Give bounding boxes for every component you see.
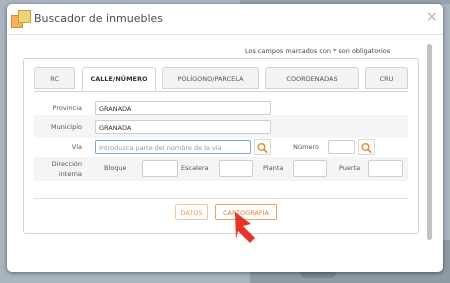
required-fields-note: Los campos marcados con * son obligatori… [245, 47, 391, 55]
logo-icon [11, 10, 31, 28]
arrow-pointer-icon [235, 212, 255, 243]
datos-button[interactable]: DATOS [175, 204, 208, 220]
planta-input[interactable] [293, 160, 327, 177]
provincia-label: Provincia [52, 104, 82, 112]
via-search-button[interactable] [254, 139, 271, 155]
search-panel: RC CALLE/NÚMERO POLÍGONO/PARCELA COORDEN… [23, 58, 419, 234]
numero-label: Número [293, 143, 319, 151]
scrollbar-thumb[interactable] [427, 44, 432, 240]
municipio-label: Municipio [51, 123, 82, 131]
address-form: Provincia GRANADA Municipio GRANADA Vía … [34, 96, 408, 191]
search-icon [361, 143, 372, 154]
direccion-label-line2: interna [58, 170, 82, 178]
tab-cru[interactable]: CRU [365, 67, 408, 89]
bloque-input[interactable] [142, 160, 178, 177]
planta-label: Planta [263, 164, 284, 172]
puerta-input[interactable] [368, 160, 403, 177]
divider [34, 198, 408, 199]
dialog-header: Buscador de inmuebles × [7, 4, 443, 35]
tab-rc[interactable]: RC [34, 67, 75, 89]
escalera-input[interactable] [219, 160, 253, 177]
numero-search-button[interactable] [358, 139, 375, 155]
numero-input[interactable] [328, 140, 355, 154]
dialog-title: Buscador de inmuebles [34, 12, 164, 25]
tab-poligono-parcela[interactable]: POLÍGONO/PARCELA [162, 67, 259, 89]
provincia-field[interactable]: GRANADA [95, 101, 271, 115]
escalera-label: Escalera [181, 164, 209, 172]
tab-coordenadas[interactable]: COORDENADAS [265, 67, 359, 89]
search-icon [257, 143, 268, 154]
bloque-label: Bloque [104, 164, 127, 172]
tab-bar: RC CALLE/NÚMERO POLÍGONO/PARCELA COORDEN… [34, 67, 408, 92]
close-icon[interactable]: × [426, 9, 438, 25]
municipio-field[interactable]: GRANADA [95, 120, 271, 134]
via-input[interactable]: Introduzca parte del nombre de la vía [95, 140, 251, 154]
puerta-label: Puerta [339, 164, 361, 172]
tab-calle-numero[interactable]: CALLE/NÚMERO [82, 67, 156, 91]
direccion-label-line1: Dirección [51, 160, 82, 168]
via-label: Vía [71, 143, 82, 151]
